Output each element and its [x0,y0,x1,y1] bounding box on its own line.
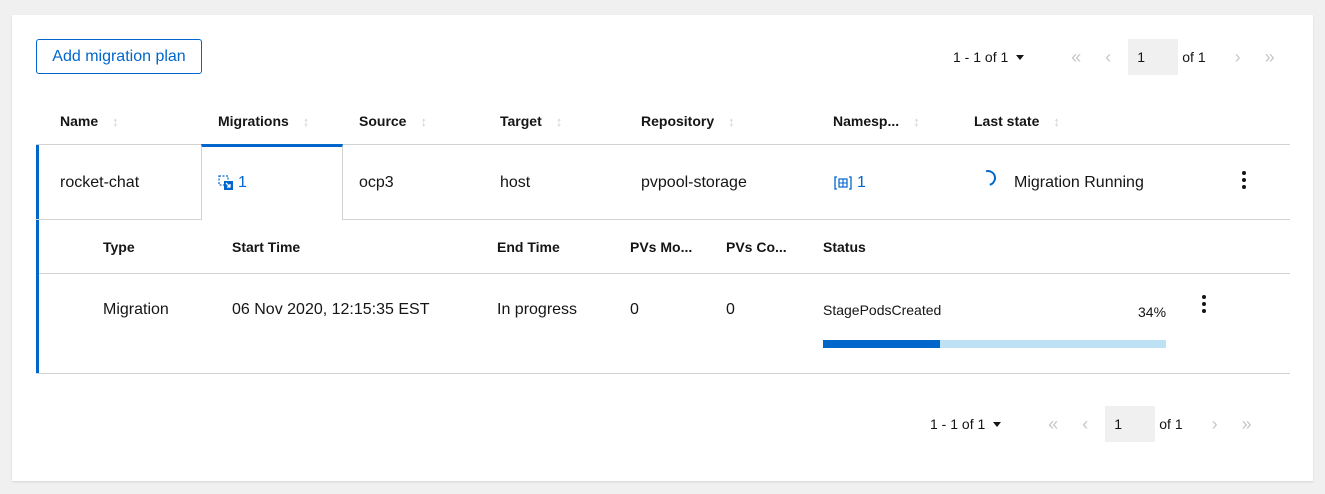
migration-plans-card: Add migration plan 1 - 1 of 1 « ‹ of 1 ›… [12,15,1313,481]
spinner-icon [977,166,999,189]
column-header-status: Status [823,238,866,255]
column-header-target[interactable]: Target ↕ [500,97,562,145]
column-header-repository[interactable]: Repository ↕ [641,97,735,145]
plan-name: rocket-chat [60,173,140,191]
previous-page-icon[interactable]: ‹ [1069,406,1101,442]
source-cluster: ocp3 [359,173,394,191]
column-header-migrations[interactable]: Migrations ↕ [218,97,309,145]
progress-bar-fill [823,340,940,348]
pagination-count-toggle[interactable]: 1 - 1 of 1 [953,49,1025,65]
target-cluster: host [500,173,531,191]
first-page-icon[interactable]: « [1060,39,1092,75]
first-page-icon[interactable]: « [1037,406,1069,442]
migration-row: Migration 06 Nov 2020, 12:15:35 EST In p… [36,274,1290,373]
pvs-copied-value: 0 [726,301,735,318]
namespace-icon [834,175,852,190]
last-page-icon[interactable]: » [1231,406,1263,442]
table-bottom-divider [36,373,1290,374]
pagination-count-label: 1 - 1 of 1 [953,49,1009,65]
sort-icon: ↕ [420,113,427,129]
migration-type: Migration [103,301,169,318]
migration-status: StagePodsCreated [823,302,942,318]
previous-page-icon[interactable]: ‹ [1092,39,1124,75]
migrations-count: 1 [238,173,247,191]
column-header-source[interactable]: Source ↕ [359,97,427,145]
pagination-top: 1 - 1 of 1 « ‹ of 1 › » [953,39,1286,75]
pagination-count-label: 1 - 1 of 1 [930,416,986,432]
page-of-label: of 1 [1159,416,1183,432]
column-header-pvs-moved: PVs Mo... [630,238,693,255]
kebab-icon[interactable] [1234,168,1254,192]
plans-table-header: Name ↕ Migrations ↕ Source ↕ Target ↕ Reposi… [36,97,1290,145]
add-migration-plan-button[interactable]: Add migration plan [36,39,202,74]
migration-actions [1194,286,1214,322]
migrations-toggle[interactable]: 1 [218,145,247,220]
table-row: rocket-chat 1 ocp3 host pvpool-storage 1… [36,144,1290,220]
sort-icon: ↕ [302,113,310,129]
column-header-end-time: End Time [497,238,560,255]
namespaces-count: 1 [857,173,866,191]
last-page-icon[interactable]: » [1254,39,1286,75]
column-header-last-state[interactable]: Last state ↕ [974,97,1060,145]
kebab-icon[interactable] [1194,292,1214,316]
column-header-type: Type [103,238,135,255]
repository-name: pvpool-storage [641,173,747,191]
caret-down-icon [1016,54,1025,60]
sort-icon: ↕ [1053,113,1060,129]
page-number-input[interactable] [1105,406,1156,442]
page-number-input[interactable] [1128,39,1179,75]
last-state-cell: Migration Running [977,145,1144,220]
column-header-namespaces[interactable]: Namesp... ↕ [833,97,920,145]
column-header-start-time: Start Time [232,238,301,255]
sort-icon: ↕ [112,113,119,129]
page-of-label: of 1 [1182,49,1206,65]
sort-icon: ↕ [555,113,563,129]
next-page-icon[interactable]: › [1199,406,1231,442]
next-page-icon[interactable]: › [1222,39,1254,75]
progress-bar [823,340,1166,348]
row-actions [1234,145,1254,220]
caret-down-icon [993,421,1002,427]
sort-icon: ↕ [728,113,735,129]
sort-icon: ↕ [913,113,920,129]
migration-end-time: In progress [497,301,578,318]
progress-percent: 34% [1138,304,1167,320]
last-state-label: Migration Running [1014,173,1144,191]
pvs-moved-value: 0 [630,301,639,318]
column-header-name[interactable]: Name ↕ [60,97,119,145]
migration-start-time: 06 Nov 2020, 12:15:35 EST [232,301,430,318]
migrations-table-header: Type Start Time End Time PVs Mo... PVs C… [36,220,1290,273]
migration-icon [218,174,233,190]
column-header-pvs-copied: PVs Co... [726,238,787,255]
namespaces-toggle[interactable]: 1 [833,145,866,220]
pagination-count-toggle[interactable]: 1 - 1 of 1 [930,416,1002,432]
pagination-bottom: 1 - 1 of 1 « ‹ of 1 › » [930,406,1263,442]
